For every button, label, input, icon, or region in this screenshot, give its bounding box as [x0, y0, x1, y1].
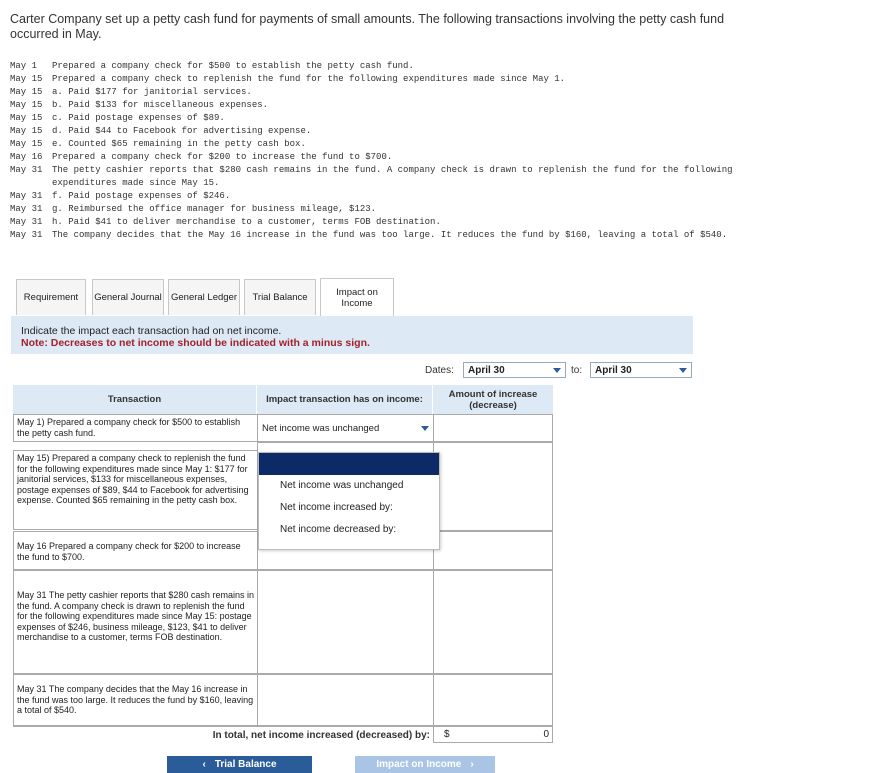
tab-impact-on-income[interactable]: Impact on Income	[320, 278, 394, 316]
list-item: May 31 g. Reimbursed the office manager f…	[10, 204, 377, 214]
list-item: May 31 The company decides that the May 1…	[10, 230, 728, 240]
instructions-box: Indicate the impact each transaction had…	[11, 316, 693, 354]
total-label: In total, net income increased (decrease…	[212, 730, 430, 741]
chevron-down-icon	[679, 367, 687, 373]
list-item: May 31 The petty cashier reports that $28…	[10, 165, 733, 188]
tab-requirement[interactable]: Requirement	[16, 279, 86, 315]
option-increased[interactable]: Net income increased by:	[259, 497, 439, 519]
amount-input-row1[interactable]	[433, 414, 553, 442]
total-value-field: $ 0	[433, 726, 553, 743]
list-item: May 15 Prepared a company check to replen…	[10, 74, 566, 84]
table-row-transaction: May 31 The petty cashier reports that $2…	[13, 570, 258, 674]
impact-select-row5[interactable]	[257, 674, 434, 726]
dates-label: Dates:	[425, 365, 454, 376]
impact-select-value: Net income was unchanged	[262, 422, 380, 434]
next-tab-label: Impact on Income	[376, 759, 462, 770]
tab-general-ledger[interactable]: General Ledger	[168, 279, 240, 315]
total-currency: $	[444, 729, 450, 740]
chevron-down-icon	[553, 367, 561, 373]
date-to-label: to:	[571, 365, 583, 376]
list-item: May 1 Prepared a company check for $500 t…	[10, 61, 414, 71]
chevron-left-icon: ‹	[202, 759, 206, 770]
date-to-select[interactable]: April 30	[590, 362, 692, 378]
table-row-transaction: May 31 The company decides that the May …	[13, 674, 258, 726]
transactions-list: May 1 Prepared a company check for $500 t…	[10, 60, 750, 242]
impact-select-row1[interactable]: Net income was unchanged	[257, 414, 434, 442]
header-transaction: Transaction	[13, 385, 256, 414]
table-row-transaction: May 1) Prepared a company check for $500…	[13, 414, 258, 442]
instructions-note: Note: Decreases to net income should be …	[21, 337, 370, 349]
list-item: May 15 a. Paid $177 for janitorial servic…	[10, 87, 252, 97]
amount-input-row5[interactable]	[433, 674, 553, 726]
impact-select-row4[interactable]	[257, 570, 434, 674]
option-decreased[interactable]: Net income decreased by:	[259, 519, 439, 541]
amount-input-row3[interactable]	[433, 531, 553, 570]
list-item: May 31 f. Paid postage expenses of $246.	[10, 191, 231, 201]
instructions-text: Indicate the impact each transaction had…	[21, 325, 282, 337]
table-row-transaction: May 16 Prepared a company check for $200…	[13, 531, 258, 570]
option-unchanged[interactable]: Net income was unchanged	[259, 475, 439, 497]
date-to-value: April 30	[595, 364, 632, 376]
impact-dropdown-menu: Net income was unchanged Net income incr…	[258, 452, 440, 550]
chevron-right-icon: ›	[470, 759, 474, 770]
list-item: May 31 h. Paid $41 to deliver merchandise…	[10, 217, 441, 227]
prev-tab-button[interactable]: ‹ Trial Balance	[167, 756, 312, 773]
header-amount: Amount of increase (decrease)	[433, 385, 553, 414]
next-tab-button[interactable]: Impact on Income ›	[355, 756, 495, 773]
tab-general-journal[interactable]: General Journal	[92, 279, 164, 315]
list-item: May 15 e. Counted $65 remaining in the pe…	[10, 139, 306, 149]
amount-input-row2[interactable]	[433, 442, 553, 531]
list-item: May 15 c. Paid postage expenses of $89.	[10, 113, 225, 123]
amount-input-row4[interactable]	[433, 570, 553, 674]
list-item: May 15 b. Paid $133 for miscellaneous exp…	[10, 100, 269, 110]
problem-intro: Carter Company set up a petty cash fund …	[10, 12, 725, 41]
date-from-value: April 30	[468, 364, 505, 376]
date-from-select[interactable]: April 30	[463, 362, 566, 378]
tab-trial-balance[interactable]: Trial Balance	[244, 279, 316, 315]
dropdown-highlight[interactable]	[259, 453, 439, 475]
list-item: May 15 d. Paid $44 to Facebook for advert…	[10, 126, 312, 136]
list-item: May 16 Prepared a company check for $200 …	[10, 152, 393, 162]
header-impact: Impact transaction has on income:	[257, 385, 432, 414]
prev-tab-label: Trial Balance	[214, 759, 277, 770]
total-value: 0	[543, 729, 549, 740]
table-row-transaction: May 15) Prepared a company check to repl…	[13, 450, 258, 530]
chevron-down-icon	[421, 425, 429, 431]
